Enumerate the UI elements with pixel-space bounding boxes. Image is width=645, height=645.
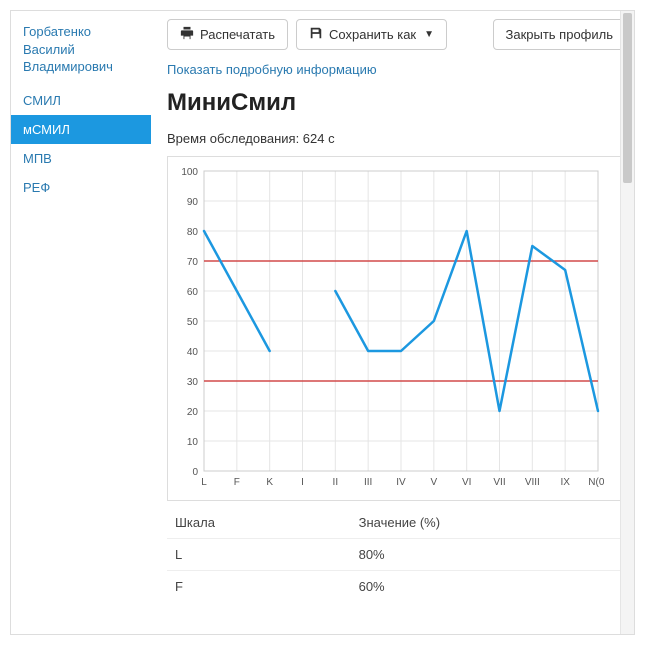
svg-text:IV: IV (396, 477, 406, 488)
svg-text:70: 70 (187, 257, 199, 268)
svg-text:N(0): N(0) (588, 477, 604, 488)
col-value: Значение (%) (351, 507, 626, 539)
sidebar-item[interactable]: СМИЛ (11, 86, 151, 115)
svg-text:II: II (333, 477, 339, 488)
svg-text:VI: VI (462, 477, 471, 488)
line-chart: 0102030405060708090100LFKIIIIIIIVVVIVIIV… (174, 163, 604, 493)
toolbar: Распечатать Сохранить как ▼ Закрыть проф… (167, 19, 626, 50)
sidebar-item[interactable]: РЕФ (11, 173, 151, 202)
svg-text:60: 60 (187, 287, 199, 298)
table-header-row: Шкала Значение (%) (167, 507, 626, 539)
svg-text:I: I (301, 477, 304, 488)
svg-text:10: 10 (187, 437, 199, 448)
svg-text:30: 30 (187, 377, 199, 388)
print-button[interactable]: Распечатать (167, 19, 288, 50)
main-panel: Распечатать Сохранить как ▼ Закрыть проф… (151, 11, 634, 634)
vertical-scrollbar[interactable] (620, 11, 634, 634)
svg-text:VII: VII (493, 477, 505, 488)
sidebar-item[interactable]: мСМИЛ (11, 115, 151, 144)
chart-container: 0102030405060708090100LFKIIIIIIIVVVIVIIV… (167, 156, 626, 501)
show-details-link[interactable]: Показать подробную информацию (167, 62, 377, 77)
save-label: Сохранить как (329, 27, 416, 42)
print-icon (180, 26, 194, 43)
svg-text:V: V (430, 477, 437, 488)
col-scale: Шкала (167, 507, 351, 539)
table-row: F60% (167, 571, 626, 603)
sidebar-item[interactable]: МПВ (11, 144, 151, 173)
cell-value: 60% (351, 571, 626, 603)
exam-time: Время обследования: 624 с (167, 131, 626, 146)
svg-text:K: K (266, 477, 273, 488)
svg-text:100: 100 (181, 167, 198, 178)
svg-text:III: III (364, 477, 372, 488)
scroll-thumb[interactable] (623, 13, 632, 183)
chevron-down-icon: ▼ (424, 29, 434, 40)
sidebar: Горбатенко Василий Владимирович СМИЛмСМИ… (11, 11, 151, 634)
svg-text:0: 0 (192, 467, 198, 478)
cell-scale: F (167, 571, 351, 603)
svg-text:IX: IX (560, 477, 570, 488)
close-profile-label: Закрыть профиль (506, 27, 614, 42)
save-as-button[interactable]: Сохранить как ▼ (296, 19, 447, 50)
svg-text:20: 20 (187, 407, 199, 418)
svg-text:L: L (201, 477, 207, 488)
svg-text:50: 50 (187, 317, 199, 328)
svg-text:VIII: VIII (525, 477, 540, 488)
page-title: МиниСмил (167, 89, 626, 117)
print-label: Распечатать (200, 27, 275, 42)
cell-scale: L (167, 539, 351, 571)
results-table: Шкала Значение (%) L80%F60% (167, 507, 626, 602)
close-profile-button[interactable]: Закрыть профиль (493, 19, 627, 50)
nav: СМИЛмСМИЛМПВРЕФ (11, 86, 151, 202)
svg-text:F: F (234, 477, 240, 488)
save-icon (309, 26, 323, 43)
table-row: L80% (167, 539, 626, 571)
svg-text:90: 90 (187, 197, 199, 208)
svg-text:40: 40 (187, 347, 199, 358)
cell-value: 80% (351, 539, 626, 571)
person-name[interactable]: Горбатенко Василий Владимирович (11, 19, 151, 86)
svg-text:80: 80 (187, 227, 199, 238)
